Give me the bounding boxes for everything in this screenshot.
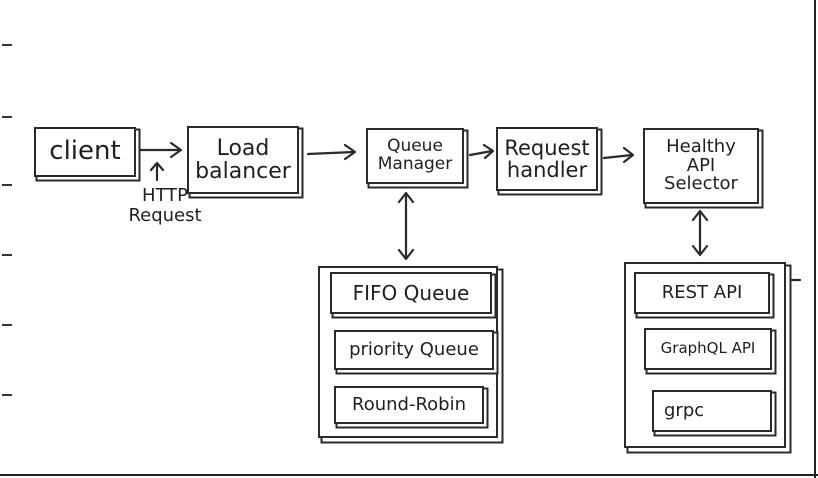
- arrow-request-handler-to-api-selector: [602, 153, 634, 160]
- arrow-load-balancer-to-queue-manager: [306, 150, 356, 156]
- diagram-canvas: client Load balancer Queue Manager Reque…: [0, 0, 818, 478]
- connector-arrows: [138, 141, 802, 282]
